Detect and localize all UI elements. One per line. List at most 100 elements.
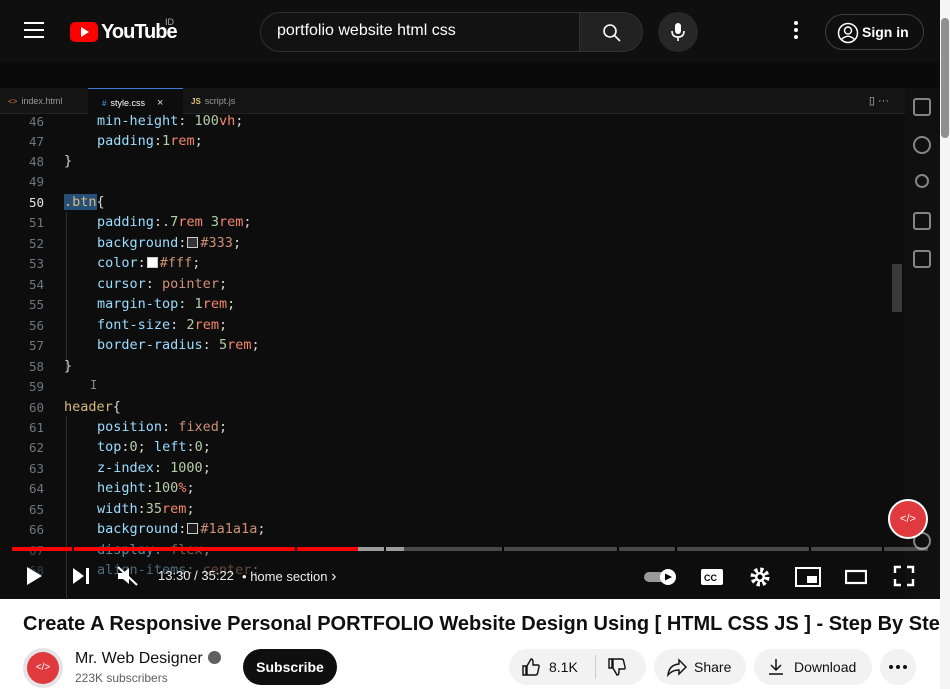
punctuation: : (153, 214, 163, 230)
line-number: 46 (28, 114, 44, 129)
search-button[interactable] (579, 12, 643, 52)
punctuation: ; (202, 439, 211, 455)
sign-in-button[interactable]: Sign in (825, 14, 924, 50)
code-line: 60 header{ (0, 398, 890, 418)
autoplay-toggle-icon[interactable] (644, 569, 678, 585)
chapter-title[interactable]: • home section › (242, 568, 336, 586)
miniplayer-icon[interactable] (795, 567, 821, 587)
line-number: 53 (28, 256, 44, 271)
svg-text:CC: CC (704, 573, 717, 583)
download-button[interactable]: Download (754, 649, 872, 685)
settings-more-icon[interactable] (784, 18, 808, 44)
mute-icon[interactable] (116, 565, 140, 587)
css-property: padding (97, 133, 154, 149)
punctuation: : (178, 235, 187, 251)
unit: rem (170, 133, 195, 149)
theater-mode-icon[interactable] (845, 569, 867, 585)
more-actions-button[interactable] (880, 649, 916, 685)
css-property: top (97, 439, 122, 455)
search-input[interactable]: portfolio website html css (260, 12, 580, 52)
number: 1 (162, 133, 171, 149)
unit: rem (178, 214, 203, 230)
code-line: 54 cursor: pointer; (0, 275, 890, 295)
tab-style-css: # style.css × (88, 88, 183, 114)
menu-icon[interactable] (24, 22, 44, 38)
page-scrollbar-thumb[interactable] (941, 18, 949, 138)
punctuation: ; (218, 317, 228, 333)
thumbs-up-icon[interactable] (521, 657, 541, 677)
code-line: 53 color: #fff; (0, 254, 890, 274)
css-property: font-size (97, 317, 171, 333)
punctuation: ; (194, 133, 203, 149)
editor-scrollbar (892, 264, 902, 312)
number: 100 (194, 113, 219, 129)
play-icon[interactable] (24, 565, 44, 587)
verified-icon (207, 651, 221, 664)
punctuation: : (137, 501, 146, 517)
unit: vh (218, 113, 236, 129)
punctuation: : (153, 460, 171, 476)
youtube-logo[interactable]: YouTube (70, 20, 178, 44)
html-file-icon: <> (8, 97, 18, 106)
punctuation: : (178, 113, 195, 129)
like-count[interactable]: 8.1K (549, 659, 578, 675)
line-number: 57 (28, 338, 44, 353)
channel-name[interactable]: Mr. Web Designer (75, 650, 221, 668)
number: .7 (162, 214, 179, 230)
video-player[interactable]: <> index.html # style.css × JS script.js ▯ ·… (0, 62, 940, 599)
channel-watermark[interactable]: </> (888, 499, 928, 539)
microphone-icon (671, 23, 685, 41)
number: 1 (194, 296, 203, 312)
played-bar (12, 547, 358, 551)
punctuation: ; (227, 296, 236, 312)
color-value: #fff (159, 255, 193, 271)
explorer-icon (913, 98, 931, 116)
fullscreen-icon[interactable] (893, 565, 915, 587)
chapter-marker (384, 547, 386, 551)
code-line: 66 background: #1a1a1a; (0, 520, 890, 540)
thumbs-down-icon[interactable] (607, 657, 627, 677)
subscriber-count: 223K subscribers (75, 671, 168, 685)
progress-bar[interactable] (12, 547, 928, 551)
masthead: YouTube ID portfolio website html css Si… (0, 0, 940, 62)
unit: rem (218, 214, 244, 230)
line-number: 52 (28, 236, 44, 251)
share-button[interactable]: Share (654, 649, 746, 685)
line-number: 50 (28, 195, 44, 210)
punctuation: : (178, 296, 195, 312)
css-property: background (97, 521, 179, 537)
extensions-icon (913, 250, 931, 268)
editor-tabs: <> index.html # style.css × JS script.js ▯ ·… (0, 88, 905, 114)
color-swatch (146, 257, 158, 268)
code-line: 49 (0, 172, 890, 192)
channel-avatar[interactable]: </> (23, 648, 63, 688)
code-line: 61 position: fixed; (0, 418, 890, 438)
code-line: 57 border-radius: 5rem; (0, 336, 890, 356)
captions-icon[interactable]: CC (700, 567, 724, 587)
line-number: 48 (28, 154, 44, 169)
punctuation: : (170, 317, 187, 333)
punctuation: ; (218, 276, 228, 292)
css-property: color (97, 255, 138, 271)
close-icon: × (156, 97, 164, 109)
download-label: Download (794, 659, 857, 675)
css-selector: header (64, 399, 113, 415)
punctuation: : (202, 337, 219, 353)
line-number: 62 (28, 440, 44, 455)
punctuation: ; (235, 113, 244, 129)
subscribe-button[interactable]: Subscribe (243, 649, 337, 685)
color-value: #333 (200, 235, 233, 251)
code-line: 63 z-index: 1000; (0, 459, 890, 479)
number: 3 (210, 214, 219, 230)
settings-gear-icon[interactable] (748, 565, 772, 589)
time-display: 13:30 / 35:22 (158, 568, 234, 583)
color-value: #1a1a1a (200, 521, 258, 537)
line-number: 56 (28, 318, 44, 333)
line-number: 59 (28, 379, 44, 394)
css-file-icon: # (102, 99, 107, 108)
voice-search-button[interactable] (658, 12, 698, 52)
unit: rem (162, 501, 187, 517)
next-icon[interactable] (70, 565, 92, 587)
share-label: Share (694, 659, 732, 675)
